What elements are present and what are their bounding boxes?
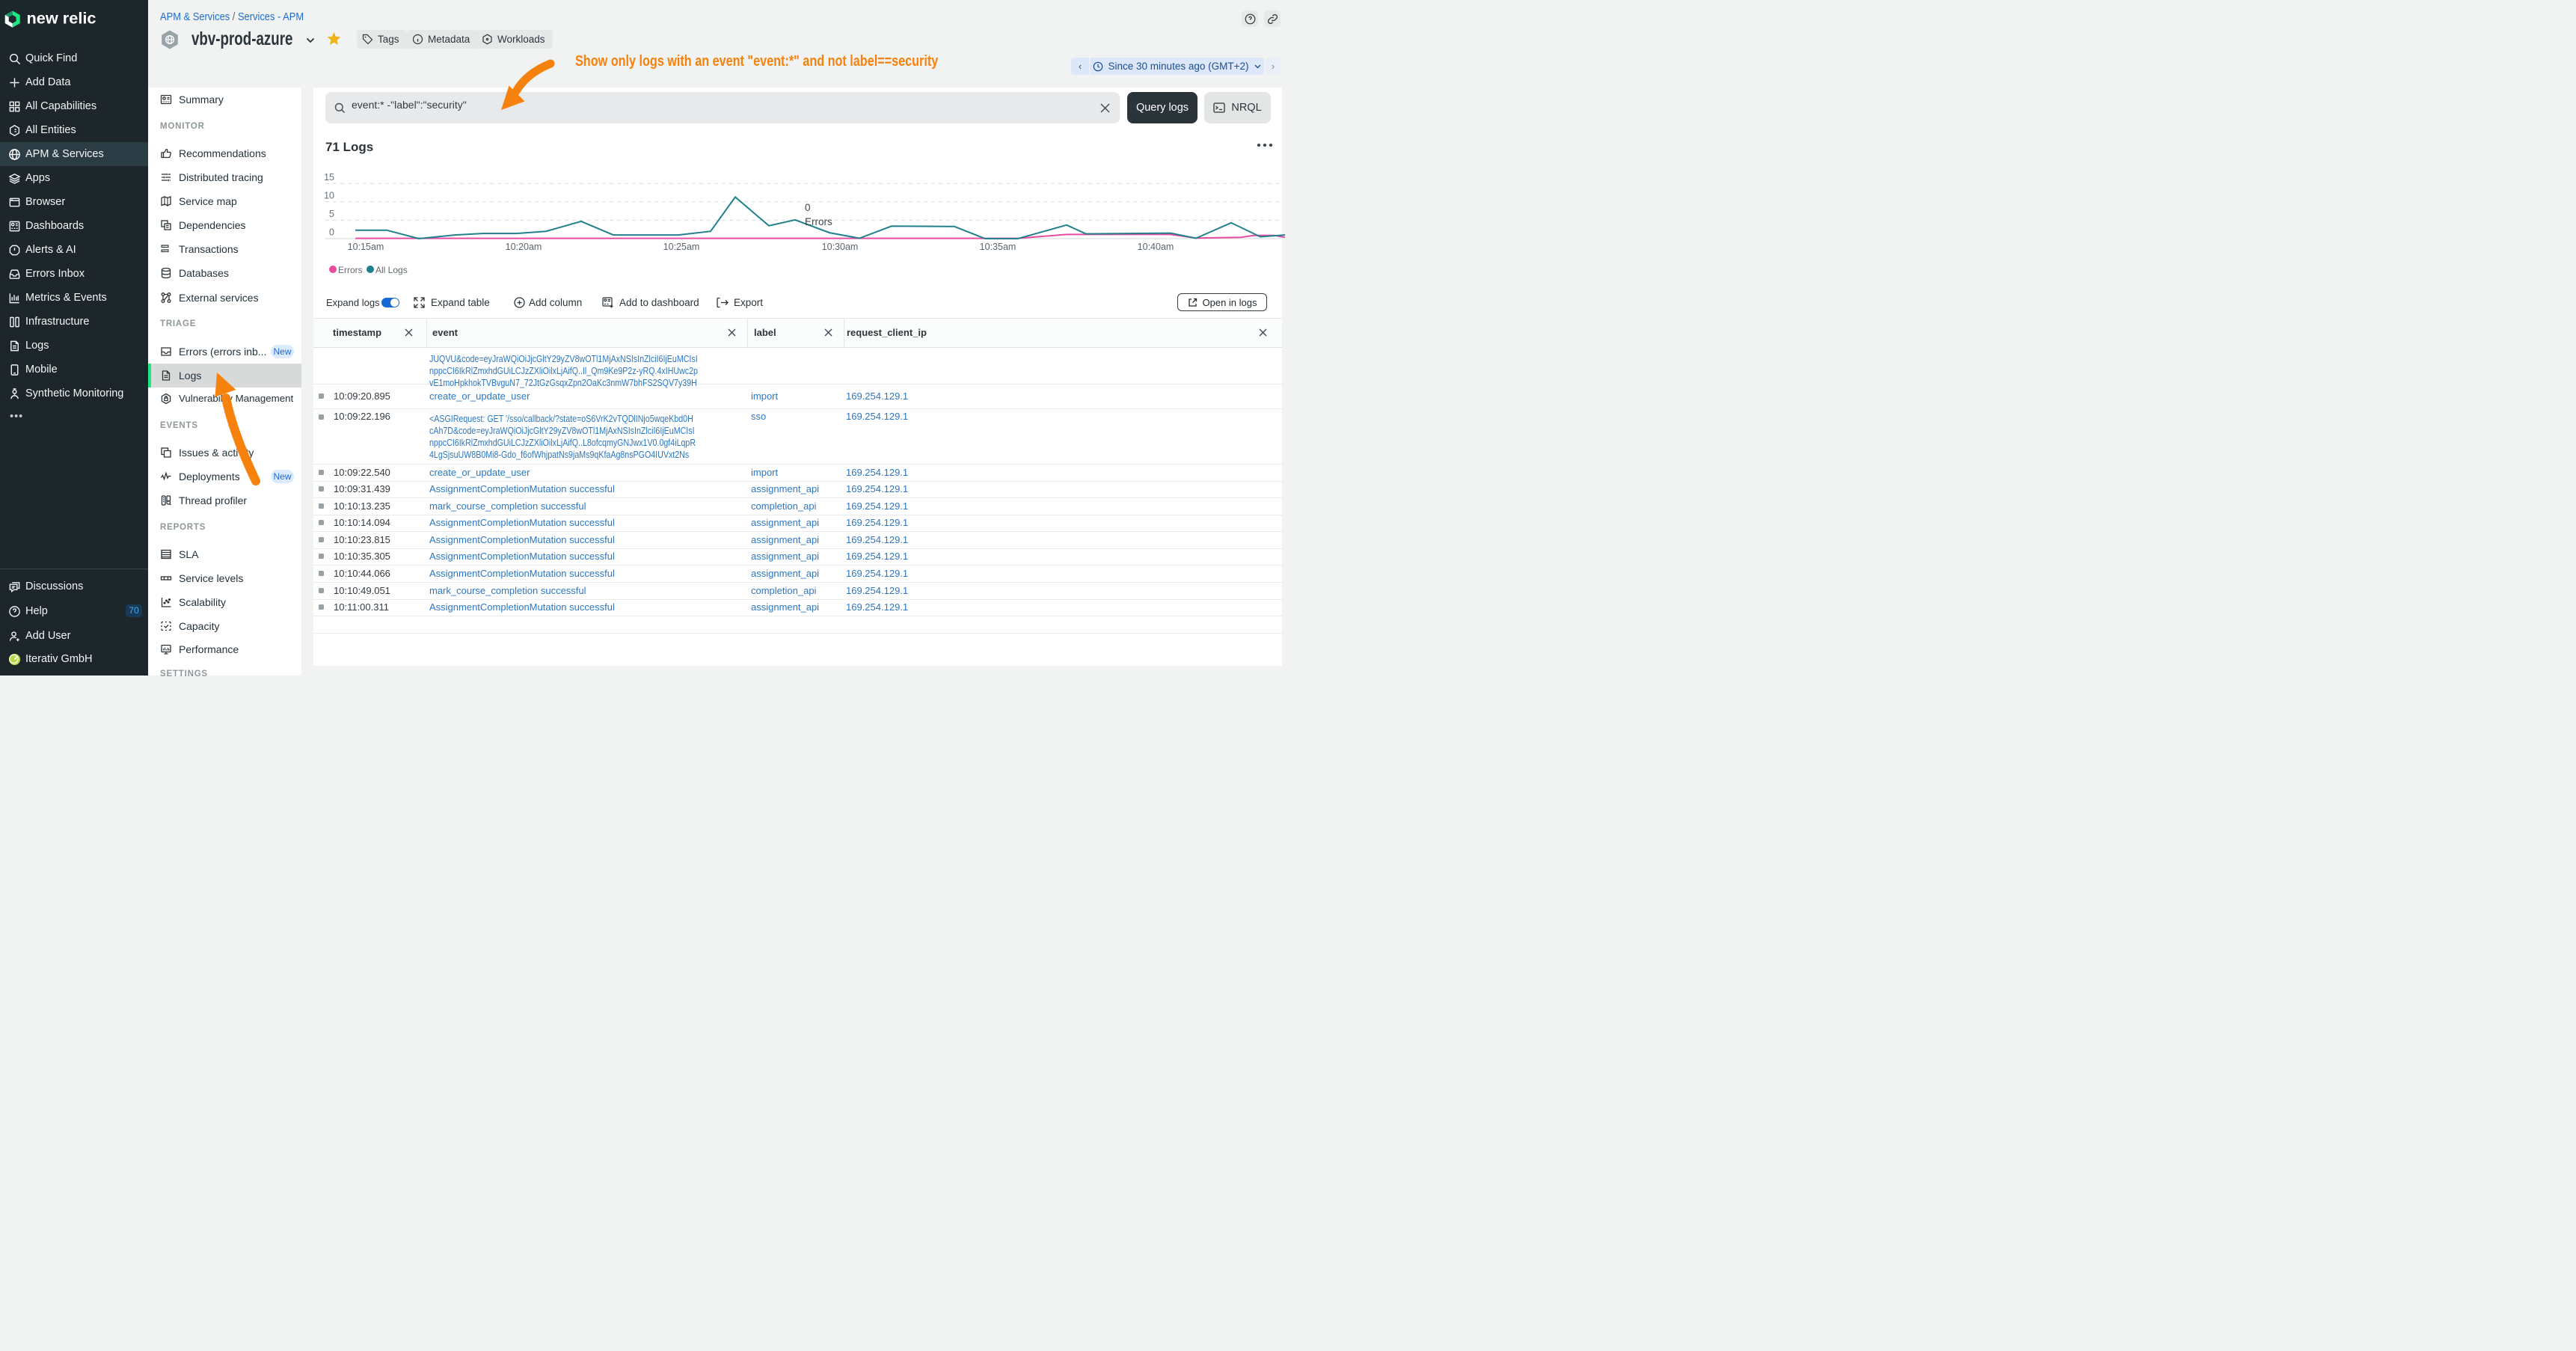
svg-text:10:15am: 10:15am	[348, 242, 384, 251]
svg-text:10:30am: 10:30am	[822, 242, 859, 251]
svg-text:10:25am: 10:25am	[663, 242, 700, 251]
svg-text:10:20am: 10:20am	[506, 242, 542, 251]
svg-text:new relic: new relic	[27, 10, 96, 28]
svg-text:Errors: Errors	[805, 216, 832, 227]
svg-text:5: 5	[329, 209, 334, 219]
svg-text:0: 0	[329, 227, 334, 238]
svg-text:10: 10	[324, 191, 334, 201]
svg-text:10:40am: 10:40am	[1138, 242, 1174, 251]
svg-text:15: 15	[324, 172, 334, 183]
svg-text:10:35am: 10:35am	[980, 242, 1016, 251]
svg-text:0: 0	[805, 202, 811, 213]
